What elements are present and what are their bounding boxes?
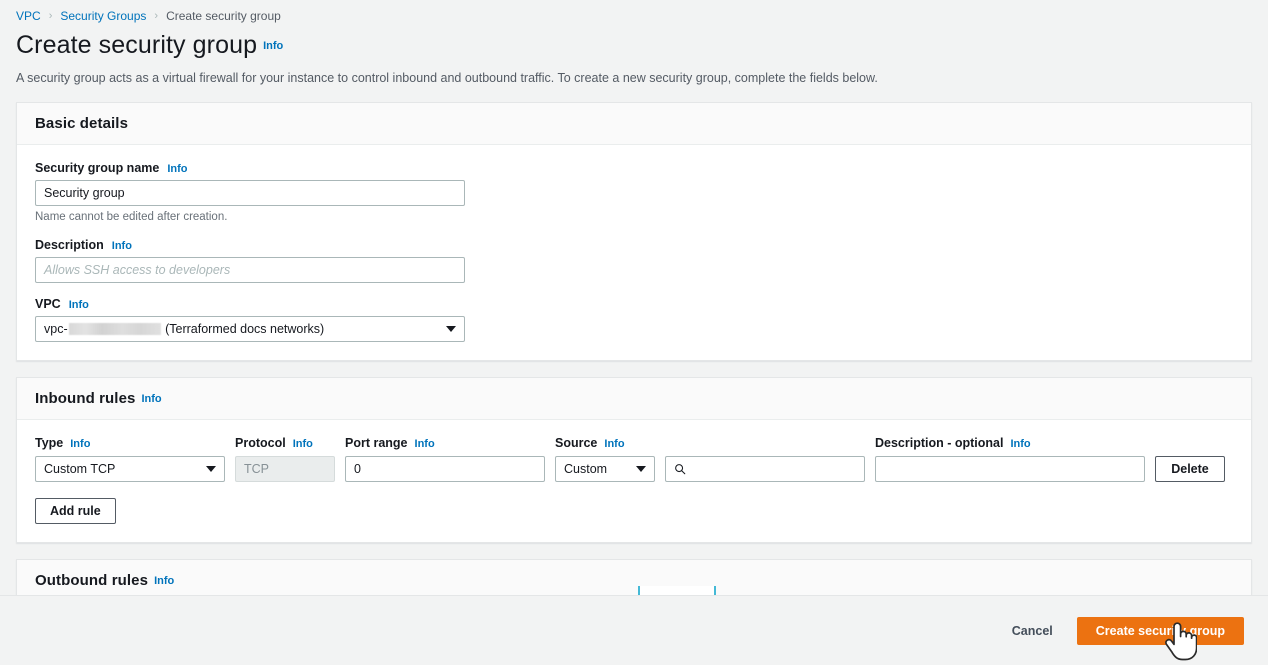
basic-details-header: Basic details [17, 103, 1251, 145]
inbound-type-value: Custom TCP [44, 462, 116, 476]
inbound-rules-info-link[interactable]: Info [141, 393, 161, 405]
page-title: Create security group [16, 31, 258, 59]
inbound-rules-title: Inbound rules [35, 390, 136, 407]
inbound-rules-header: Inbound rules Info [17, 378, 1251, 420]
page-title-info-link[interactable]: Info [263, 40, 283, 52]
outbound-rules-title: Outbound rules [35, 572, 149, 589]
inbound-col-description-info-link[interactable]: Info [1010, 438, 1030, 450]
description-info-link[interactable]: Info [112, 240, 132, 252]
vpc-redacted-id [68, 323, 161, 335]
search-icon [675, 464, 686, 475]
create-security-group-page: VPC › Security Groups › Create security … [0, 0, 1268, 665]
security-group-name-hint: Name cannot be edited after creation. [35, 211, 228, 223]
inbound-col-port-range-info-link[interactable]: Info [415, 438, 435, 450]
security-group-name-input[interactable]: Security group [35, 180, 465, 206]
description-label-text: Description [35, 238, 104, 252]
inbound-col-port-range: Port range Info [345, 436, 545, 450]
add-rule-wrapper: Add rule [35, 498, 1233, 524]
breadcrumb-separator-icon: › [154, 10, 159, 22]
vpc-select-value: vpc- (Terraformed docs networks) [44, 322, 324, 336]
security-group-name-label: Security group name Info [35, 161, 1233, 175]
security-group-name-field: Security group name Info Security group … [35, 161, 1233, 224]
security-group-name-info-link[interactable]: Info [167, 163, 187, 175]
inbound-col-type-text: Type [35, 436, 64, 450]
basic-details-panel: Basic details Security group name Info S… [16, 102, 1252, 361]
chevron-down-icon [446, 326, 456, 332]
inbound-source-value: Custom [564, 462, 608, 476]
inbound-source-search-input[interactable] [665, 456, 865, 482]
page-description: A security group acts as a virtual firew… [16, 71, 878, 85]
inbound-delete-button[interactable]: Delete [1155, 456, 1225, 482]
description-input[interactable]: Allows SSH access to developers [35, 257, 465, 283]
vpc-value-prefix: vpc- [44, 322, 68, 336]
inbound-description-input[interactable] [875, 456, 1145, 482]
breadcrumb-item-current: Create security group [166, 9, 281, 23]
basic-details-body: Security group name Info Security group … [17, 145, 1251, 360]
vpc-select[interactable]: vpc- (Terraformed docs networks) [35, 316, 465, 342]
inbound-rules-body: Type Info Protocol Info Port range Info … [17, 420, 1251, 542]
inbound-col-protocol: Protocol Info [235, 436, 335, 450]
breadcrumb-separator-icon: › [48, 10, 53, 22]
inbound-protocol-input: TCP [235, 456, 335, 482]
inbound-col-protocol-text: Protocol [235, 436, 286, 450]
form-actions-footer: Cancel Create security group [0, 595, 1268, 665]
create-security-group-button[interactable]: Create security group [1076, 616, 1244, 645]
inbound-col-description-text: Description - optional [875, 436, 1004, 450]
cancel-button[interactable]: Cancel [998, 618, 1067, 644]
add-rule-button[interactable]: Add rule [35, 498, 116, 524]
breadcrumb: VPC › Security Groups › Create security … [0, 0, 1268, 26]
inbound-col-description: Description - optional Info [875, 436, 1145, 450]
inbound-col-source-info-link[interactable]: Info [604, 438, 624, 450]
breadcrumb-item-vpc[interactable]: VPC [16, 9, 41, 23]
outbound-rules-info-link[interactable]: Info [154, 575, 174, 587]
breadcrumb-item-security-groups[interactable]: Security Groups [60, 9, 146, 23]
vpc-field: VPC Info vpc- (Terraformed docs networks… [35, 297, 1233, 342]
inbound-col-port-range-text: Port range [345, 436, 408, 450]
security-group-name-label-text: Security group name [35, 161, 160, 175]
basic-details-title: Basic details [35, 115, 129, 132]
page-header: Create security group Info A security gro… [0, 26, 1268, 86]
inbound-col-type-info-link[interactable]: Info [70, 438, 90, 450]
inbound-col-source-text: Source [555, 436, 598, 450]
chevron-down-icon [206, 466, 216, 472]
inbound-col-source: Source Info [555, 436, 655, 450]
inbound-col-protocol-info-link[interactable]: Info [293, 438, 313, 450]
vpc-label: VPC Info [35, 297, 1233, 311]
inbound-source-select[interactable]: Custom [555, 456, 655, 482]
vpc-info-link[interactable]: Info [69, 299, 89, 311]
inbound-rules-grid: Type Info Protocol Info Port range Info … [35, 436, 1233, 482]
chevron-down-icon [636, 466, 646, 472]
inbound-port-range-input[interactable]: 0 [345, 456, 545, 482]
description-field: Description Info Allows SSH access to de… [35, 238, 1233, 283]
inbound-col-type: Type Info [35, 436, 225, 450]
vpc-label-text: VPC [35, 297, 61, 311]
inbound-rules-panel: Inbound rules Info Type Info Protocol In… [16, 377, 1252, 543]
description-label: Description Info [35, 238, 1233, 252]
inbound-type-select[interactable]: Custom TCP [35, 456, 225, 482]
vpc-value-suffix: (Terraformed docs networks) [165, 322, 325, 336]
